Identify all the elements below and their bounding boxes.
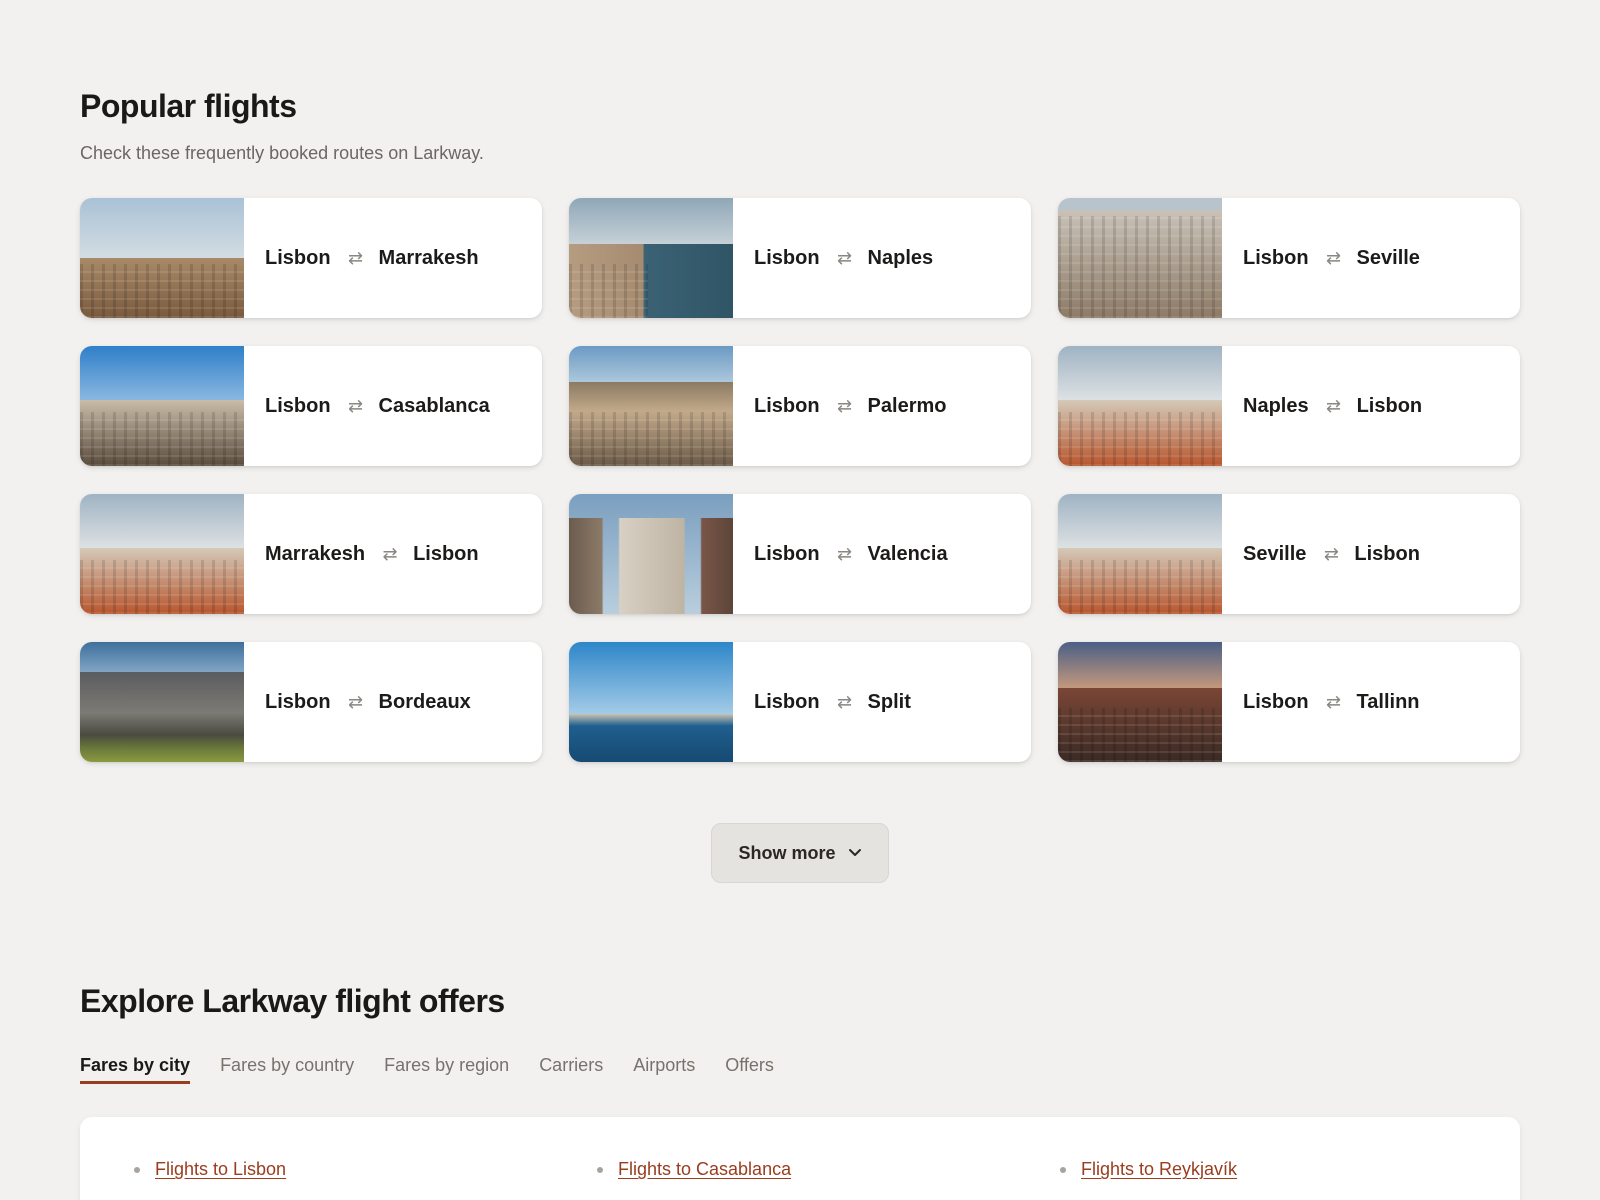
tab-offers[interactable]: Offers xyxy=(725,1055,774,1084)
route-card[interactable]: Naples ⇄ Lisbon xyxy=(1058,346,1520,466)
tab-fares-by-region[interactable]: Fares by region xyxy=(384,1055,509,1084)
show-more-button[interactable]: Show more xyxy=(711,823,889,883)
swap-arrows-icon: ⇄ xyxy=(837,543,853,564)
route-card[interactable]: Lisbon ⇄ Casablanca xyxy=(80,346,542,466)
swap-arrows-icon: ⇄ xyxy=(837,395,853,416)
route-card[interactable]: Lisbon ⇄ Seville xyxy=(1058,198,1520,318)
route-card[interactable]: Lisbon ⇄ Palermo xyxy=(569,346,1031,466)
route-card[interactable]: Lisbon ⇄ Naples xyxy=(569,198,1031,318)
route-image xyxy=(569,346,733,466)
route-destination: Casablanca xyxy=(378,394,490,417)
offers-panel: Flights to Lisbon Flights to Casablanca … xyxy=(80,1117,1520,1200)
route-origin: Lisbon xyxy=(1243,690,1309,713)
list-item: Flights to Reykjavík xyxy=(1060,1159,1523,1180)
swap-arrows-icon: ⇄ xyxy=(837,247,853,268)
route-destination: Bordeaux xyxy=(378,690,471,713)
route-destination: Naples xyxy=(867,246,934,269)
route-origin: Seville xyxy=(1243,542,1307,565)
tab-airports[interactable]: Airports xyxy=(633,1055,695,1084)
route-image xyxy=(1058,642,1222,762)
swap-arrows-icon: ⇄ xyxy=(348,395,364,416)
explore-offers-title: Explore Larkway flight offers xyxy=(80,983,505,1019)
route-image xyxy=(80,494,244,614)
popular-flights-title: Popular flights xyxy=(80,88,297,124)
route-origin: Lisbon xyxy=(265,690,331,713)
route-origin: Lisbon xyxy=(1243,246,1309,269)
swap-arrows-icon: ⇄ xyxy=(1323,543,1339,564)
route-image xyxy=(569,494,733,614)
route-card[interactable]: Lisbon ⇄ Valencia xyxy=(569,494,1031,614)
offers-link-list: Flights to Lisbon Flights to Casablanca … xyxy=(134,1159,1523,1180)
route-card[interactable]: Marrakesh ⇄ Lisbon xyxy=(80,494,542,614)
route-origin: Marrakesh xyxy=(265,542,366,565)
page: Popular flights Check these frequently b… xyxy=(0,0,1600,1200)
route-image xyxy=(569,198,733,318)
route-image xyxy=(1058,346,1222,466)
bullet-icon xyxy=(597,1166,603,1173)
show-more-label: Show more xyxy=(738,842,836,863)
swap-arrows-icon: ⇄ xyxy=(1326,395,1342,416)
route-destination: Palermo xyxy=(867,394,947,417)
route-destination: Lisbon xyxy=(1356,394,1423,417)
bullet-icon xyxy=(1060,1166,1066,1173)
route-origin: Lisbon xyxy=(754,246,820,269)
route-destination: Lisbon xyxy=(413,542,479,565)
swap-arrows-icon: ⇄ xyxy=(348,247,364,268)
route-image xyxy=(80,346,244,466)
route-card[interactable]: Lisbon ⇄ Tallinn xyxy=(1058,642,1520,762)
route-destination: Marrakesh xyxy=(378,246,479,269)
route-destination: Lisbon xyxy=(1354,542,1420,565)
swap-arrows-icon: ⇄ xyxy=(1326,247,1342,268)
offer-link[interactable]: Flights to Lisbon xyxy=(155,1159,286,1180)
route-destination: Valencia xyxy=(867,542,948,565)
route-origin: Naples xyxy=(1243,394,1309,417)
routes-grid: Lisbon ⇄ Marrakesh Lisbon ⇄ Naples Lisbo… xyxy=(80,198,1520,762)
popular-flights-subtitle: Check these frequently booked routes on … xyxy=(80,143,484,163)
route-destination: Tallinn xyxy=(1356,690,1420,713)
swap-arrows-icon: ⇄ xyxy=(382,543,398,564)
offers-tabs: Fares by city Fares by country Fares by … xyxy=(80,1055,774,1084)
tab-fares-by-city[interactable]: Fares by city xyxy=(80,1055,191,1084)
route-card[interactable]: Seville ⇄ Lisbon xyxy=(1058,494,1520,614)
route-origin: Lisbon xyxy=(754,394,820,417)
offer-link[interactable]: Flights to Casablanca xyxy=(618,1159,791,1180)
list-item: Flights to Lisbon xyxy=(134,1159,597,1180)
route-card[interactable]: Lisbon ⇄ Bordeaux xyxy=(80,642,542,762)
offer-link[interactable]: Flights to Reykjavík xyxy=(1081,1159,1237,1180)
swap-arrows-icon: ⇄ xyxy=(348,691,364,712)
route-destination: Seville xyxy=(1356,246,1420,269)
route-image xyxy=(1058,198,1222,318)
swap-arrows-icon: ⇄ xyxy=(837,691,853,712)
route-origin: Lisbon xyxy=(754,690,820,713)
route-origin: Lisbon xyxy=(265,246,331,269)
route-card[interactable]: Lisbon ⇄ Split xyxy=(569,642,1031,762)
route-image xyxy=(569,642,733,762)
route-destination: Split xyxy=(867,690,911,713)
route-image xyxy=(80,642,244,762)
swap-arrows-icon: ⇄ xyxy=(1326,691,1342,712)
route-card[interactable]: Lisbon ⇄ Marrakesh xyxy=(80,198,542,318)
tab-fares-by-country[interactable]: Fares by country xyxy=(220,1055,354,1084)
route-image xyxy=(80,198,244,318)
list-item: Flights to Casablanca xyxy=(597,1159,1060,1180)
route-origin: Lisbon xyxy=(265,394,331,417)
bullet-icon xyxy=(134,1166,140,1173)
tab-carriers[interactable]: Carriers xyxy=(539,1055,603,1084)
chevron-down-icon xyxy=(848,845,862,861)
route-image xyxy=(1058,494,1222,614)
route-origin: Lisbon xyxy=(754,542,820,565)
